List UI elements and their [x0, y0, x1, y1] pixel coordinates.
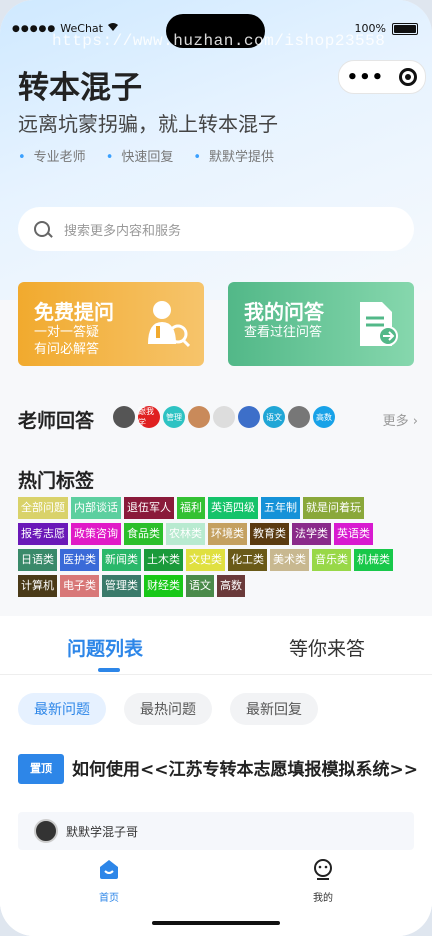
tag-item[interactable]: 英语类: [334, 523, 373, 545]
post-author-bar[interactable]: 默默学混子哥: [18, 812, 414, 850]
tag-item[interactable]: 财经类: [144, 575, 183, 597]
teacher-avatar[interactable]: 高数: [313, 406, 335, 428]
teacher-avatar[interactable]: [188, 406, 210, 428]
tag-item[interactable]: 语文: [186, 575, 214, 597]
free-ask-desc: 一对一答疑 有问必解答: [34, 324, 99, 358]
tag-item[interactable]: 土木类: [144, 549, 183, 571]
tag-item[interactable]: 文史类: [186, 549, 225, 571]
hot-tags-title: 热门标签: [18, 470, 95, 492]
tag-item[interactable]: 医护类: [60, 549, 99, 571]
profile-icon: [314, 859, 332, 880]
page-title: 转本混子: [18, 70, 142, 106]
tag-item[interactable]: 教育类: [250, 523, 289, 545]
tag-item[interactable]: 美术类: [270, 549, 309, 571]
my-answers-card[interactable]: 我的问答 查看过往问答: [228, 282, 414, 366]
tag-item[interactable]: 电子类: [60, 575, 99, 597]
tabbar-home-label: 首页: [99, 893, 119, 904]
author-name: 默默学混子哥: [66, 824, 139, 839]
free-ask-title: 免费提问: [34, 300, 114, 324]
sort-filters: 最新问题 最热问题 最新回复: [18, 693, 318, 725]
teacher-answers-title: 老师回答: [18, 410, 95, 432]
close-miniprogram-icon[interactable]: [399, 68, 418, 86]
tab-question-list[interactable]: 问题列表: [67, 634, 143, 661]
tag-item[interactable]: 内部谈话: [71, 497, 121, 519]
teacher-avatar[interactable]: [213, 406, 235, 428]
tag-item[interactable]: 化工类: [228, 549, 267, 571]
tag-item[interactable]: 全部问题: [18, 497, 68, 519]
document-arrow-icon: [360, 302, 398, 346]
author-avatar: [34, 819, 58, 843]
search-bar[interactable]: 搜索更多内容和服务: [18, 207, 414, 251]
tag-item[interactable]: 报考志愿: [18, 523, 68, 545]
tag-item[interactable]: 环境类: [208, 523, 247, 545]
feature-item: 默默学提供: [193, 146, 274, 165]
my-answers-desc: 查看过往问答: [244, 325, 323, 340]
tag-item[interactable]: 政策咨询: [71, 523, 121, 545]
feature-item: 快速回复: [106, 146, 173, 165]
tag-item[interactable]: 日语类: [18, 549, 57, 571]
pinned-post[interactable]: 置顶 如何使用<<江苏专转本志愿填报模拟系统>>: [18, 754, 418, 784]
teacher-avatar[interactable]: [113, 406, 135, 428]
feature-list: 专业老师 快速回复 默默学提供: [18, 146, 274, 165]
teachers-more-link[interactable]: 更多 ›: [383, 410, 418, 429]
tabbar-me-label: 我的: [313, 893, 333, 904]
teacher-avatar[interactable]: 管理: [163, 406, 185, 428]
tabbar-home[interactable]: 首页: [79, 858, 139, 904]
filter-hottest-questions[interactable]: 最热问题: [124, 693, 212, 725]
hot-tags-section: 热门标签 全部问题 内部谈话 退伍军人 福利 英语四级 五年制 就是问着玩报考志愿 政策咨询食…: [18, 466, 414, 597]
phone-screen: ●●●●● WeChat 100% https://www.huzhan.com…: [0, 0, 432, 936]
active-tab-indicator: [98, 668, 120, 672]
entry-cards: 免费提问 一对一答疑 有问必解答 我的问答 查看过往问答: [18, 282, 414, 366]
my-answers-title: 我的问答: [244, 300, 324, 324]
page-subtitle: 远离坑蒙拐骗，就上转本混子: [18, 112, 278, 136]
tag-item[interactable]: 法学类: [292, 523, 331, 545]
tag-item[interactable]: 农林类: [166, 523, 205, 545]
free-ask-line2: 有问必解答: [34, 342, 100, 357]
tag-item[interactable]: 退伍军人: [124, 497, 174, 519]
search-icon: [34, 221, 50, 237]
feature-item: 专业老师: [18, 146, 86, 165]
teacher-avatar[interactable]: 语文: [263, 406, 285, 428]
tag-cloud: 全部问题 内部谈话 退伍军人 福利 英语四级 五年制 就是问着玩报考志愿 政策咨询 食品类 农林类…: [18, 497, 398, 597]
tag-item[interactable]: 机械类: [354, 549, 393, 571]
watermark: https://www.huzhan.com/ishop23558: [52, 32, 386, 50]
teacher-answers-row: 老师回答 跟我学 管理 语文 高数 更多 ›: [18, 402, 418, 434]
teacher-avatars: 跟我学 管理 语文 高数: [113, 406, 335, 428]
tag-item[interactable]: 食品类: [124, 523, 163, 545]
signal-icon: ●●●●●: [12, 23, 57, 34]
tag-item[interactable]: 新闻类: [102, 549, 141, 571]
home-indicator: [152, 921, 280, 925]
tag-item[interactable]: 福利: [177, 497, 205, 519]
search-input[interactable]: 搜索更多内容和服务: [64, 220, 181, 239]
free-ask-card[interactable]: 免费提问 一对一答疑 有问必解答: [18, 282, 204, 366]
teacher-avatar[interactable]: [288, 406, 310, 428]
home-icon: [100, 860, 118, 879]
filter-latest-questions[interactable]: 最新问题: [18, 693, 106, 725]
teacher-avatar[interactable]: [238, 406, 260, 428]
pinned-badge: 置顶: [18, 754, 64, 784]
battery-icon: [392, 22, 418, 35]
tab-waiting-answer[interactable]: 等你来答: [289, 634, 365, 661]
teacher-search-icon: [148, 301, 190, 348]
tag-item[interactable]: 音乐类: [312, 549, 351, 571]
tag-item[interactable]: 五年制: [261, 497, 300, 519]
filter-latest-replies[interactable]: 最新回复: [230, 693, 318, 725]
tag-item[interactable]: 高数: [217, 575, 245, 597]
tag-item[interactable]: 英语四级: [208, 497, 258, 519]
more-icon[interactable]: •••: [347, 67, 385, 88]
mini-program-capsule[interactable]: •••: [338, 60, 426, 94]
list-tabs: 问题列表 等你来答: [0, 616, 432, 675]
tag-item[interactable]: 管理类: [102, 575, 141, 597]
post-title[interactable]: 如何使用<<江苏专转本志愿填报模拟系统>>: [72, 760, 418, 780]
teacher-avatar[interactable]: 跟我学: [138, 406, 160, 428]
tag-item[interactable]: 就是问着玩: [303, 497, 364, 519]
tag-item[interactable]: 计算机: [18, 575, 57, 597]
post-title-line[interactable]: 置顶 如何使用<<江苏专转本志愿填报模拟系统>>: [18, 754, 418, 784]
tabbar-me[interactable]: 我的: [293, 858, 353, 904]
free-ask-line1: 一对一答疑: [34, 325, 100, 340]
